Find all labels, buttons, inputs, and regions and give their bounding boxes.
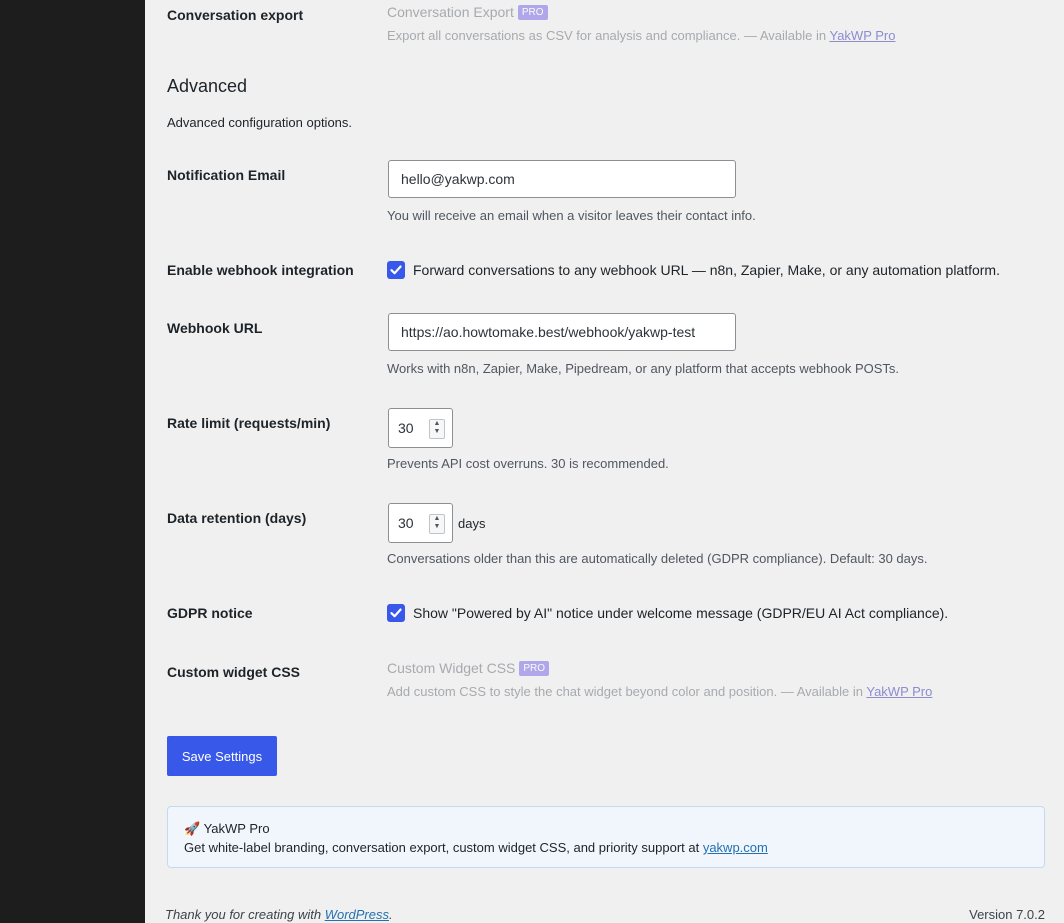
pro-badge: PRO [519,661,550,676]
yakwp-pro-promo: 🚀 YakWP Pro Get white-label branding, co… [167,806,1045,868]
checkmark-icon [390,608,402,618]
custom-css-desc-text: Add custom CSS to style the chat widget … [387,684,867,699]
section-description: Advanced configuration options. [167,115,353,130]
checkmark-icon [390,265,402,275]
yakwp-pro-link[interactable]: YakWP Pro [866,684,932,699]
webhook-url-label: Webhook URL [167,320,263,336]
gdpr-notice-label: GDPR notice [167,605,253,621]
custom-css-description: Add custom CSS to style the chat widget … [387,684,932,699]
wordpress-link[interactable]: WordPress [325,907,389,922]
webhook-enable-label: Enable webhook integration [167,262,354,278]
custom-css-label: Custom widget CSS [167,664,301,680]
yakwp-pro-link[interactable]: YakWP Pro [829,28,895,43]
gdpr-notice-checkbox-label[interactable]: Show "Powered by AI" notice under welcom… [413,605,948,621]
notification-email-input[interactable] [388,160,736,198]
rate-limit-input[interactable]: 30 ▲ ▼ [388,408,453,448]
rate-limit-label: Rate limit (requests/min) [167,415,331,431]
section-title-advanced: Advanced [167,76,248,96]
footer-thanks-suffix: . [389,907,393,922]
custom-css-title: Custom Widget CSS [387,660,516,676]
footer-thanks: Thank you for creating with WordPress. [165,907,393,922]
promo-title: 🚀 YakWP Pro [184,821,270,836]
custom-css-field: Custom Widget CSS PRO [387,660,550,676]
yakwp-site-link[interactable]: yakwp.com [703,840,768,855]
data-retention-suffix: days [458,516,486,531]
notification-email-label: Notification Email [167,167,286,183]
notification-email-description: You will receive an email when a visitor… [387,208,756,223]
data-retention-label: Data retention (days) [167,510,307,526]
webhook-enable-checkbox[interactable] [387,261,405,279]
conversation-export-description: Export all conversations as CSV for anal… [387,28,895,43]
gdpr-notice-checkbox[interactable] [387,604,405,622]
data-retention-description: Conversations older than this are automa… [387,551,928,566]
footer-thanks-text: Thank you for creating with [165,907,325,922]
settings-content: Conversation export Conversation Export P… [145,0,1064,923]
conversation-export-label: Conversation export [167,7,304,23]
conversation-export-title: Conversation Export [387,4,514,20]
conversation-export-field: Conversation Export PRO [387,4,548,20]
footer-version: Version 7.0.2 [969,907,1045,922]
rate-limit-description: Prevents API cost overruns. 30 is recomm… [387,456,669,471]
webhook-url-input[interactable] [388,313,736,351]
webhook-url-description: Works with n8n, Zapier, Make, Pipedream,… [387,361,900,376]
number-spinner-icon[interactable]: ▲ ▼ [429,419,445,439]
webhook-enable-checkbox-label[interactable]: Forward conversations to any webhook URL… [413,262,1000,278]
data-retention-value: 30 [398,515,414,531]
data-retention-input[interactable]: 30 ▲ ▼ [388,503,453,543]
pro-badge: PRO [517,5,548,20]
conversation-export-desc-text: Export all conversations as CSV for anal… [387,28,830,43]
number-spinner-icon[interactable]: ▲ ▼ [429,514,445,534]
promo-text: Get white-label branding, conversation e… [184,840,768,855]
rate-limit-value: 30 [398,420,414,436]
promo-text-body: Get white-label branding, conversation e… [184,840,703,855]
save-settings-button[interactable]: Save Settings [167,736,277,776]
admin-sidebar [0,0,145,923]
